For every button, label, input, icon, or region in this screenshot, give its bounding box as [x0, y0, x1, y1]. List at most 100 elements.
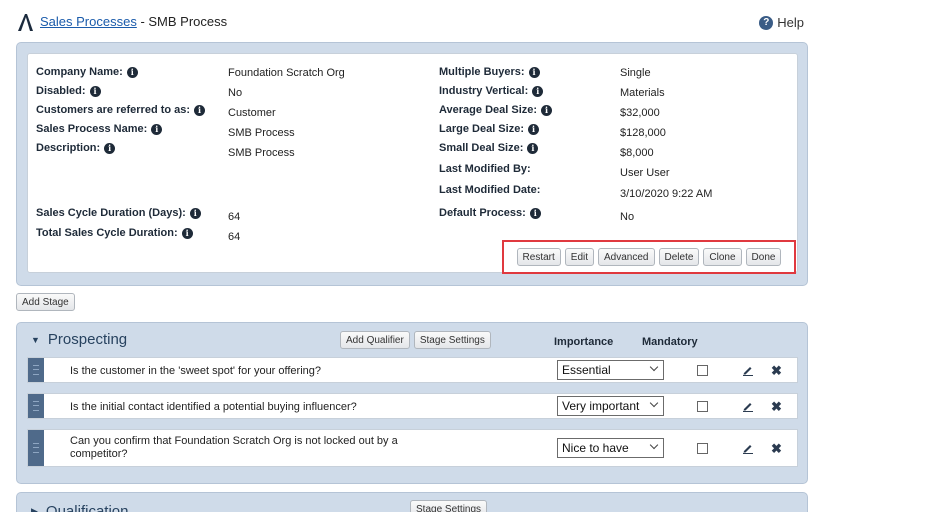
stage-title[interactable]: ▼ Prospecting: [31, 331, 127, 348]
total-sales-cycle-label: Total Sales Cycle Duration: i: [36, 227, 193, 239]
triangle-down-icon[interactable]: ▼: [31, 335, 40, 345]
info-icon[interactable]: i: [528, 66, 540, 78]
multiple-buyers-label: Multiple Buyers: i: [439, 66, 540, 78]
breadcrumb-link-sales-processes[interactable]: Sales Processes: [40, 14, 137, 29]
restart-button[interactable]: Restart: [516, 248, 561, 266]
close-icon[interactable]: ✖: [771, 441, 782, 457]
info-icon[interactable]: i: [126, 66, 138, 78]
stage-qualification: ▶ Qualification Stage Settings: [16, 492, 808, 512]
edit-button[interactable]: Edit: [564, 248, 595, 266]
total-sales-cycle-value: 64: [228, 231, 241, 243]
default-process-label: Default Process: i: [439, 207, 541, 219]
process-details-panel: Company Name: i Foundation Scratch Org Di…: [16, 42, 808, 286]
company-name-label: Company Name: i: [36, 66, 138, 78]
info-icon[interactable]: i: [151, 123, 163, 135]
importance-selected-value: Nice to have: [562, 441, 629, 455]
description-value: SMB Process: [228, 147, 295, 159]
help-link[interactable]: ? Help: [759, 15, 804, 30]
process-details-card: Company Name: i Foundation Scratch Org Di…: [27, 53, 798, 274]
pencil-icon[interactable]: [742, 400, 754, 412]
done-button[interactable]: Done: [745, 248, 782, 266]
stage-title-text: Qualification: [45, 503, 129, 512]
info-icon[interactable]: i: [189, 207, 201, 219]
breadcrumb: Sales Processes - SMB Process: [40, 14, 227, 29]
industry-vertical-label: Industry Vertical: i: [439, 85, 544, 97]
last-modified-date-value: 3/10/2020 9:22 AM: [620, 188, 713, 200]
stage-title-text: Prospecting: [47, 331, 128, 348]
drag-handle-icon[interactable]: [28, 430, 44, 466]
close-icon[interactable]: ✖: [771, 363, 782, 379]
average-deal-size-label: Average Deal Size: i: [439, 104, 553, 116]
sales-cycle-duration-value: 64: [228, 211, 241, 223]
help-label: Help: [777, 15, 804, 30]
close-icon[interactable]: ✖: [771, 399, 782, 415]
advanced-button[interactable]: Advanced: [598, 248, 655, 266]
qualifier-row: Is the customer in the 'sweet spot' for …: [27, 357, 798, 383]
breadcrumb-current: - SMB Process: [136, 14, 228, 29]
qualifier-row: Can you confirm that Foundation Scratch …: [27, 429, 798, 467]
drag-handle-icon[interactable]: [28, 358, 44, 382]
mandatory-checkbox[interactable]: [697, 365, 708, 376]
page-header: Sales Processes - SMB Process ? Help: [16, 10, 806, 34]
help-circle-icon: ?: [759, 15, 774, 30]
stage-title[interactable]: ▶ Qualification: [31, 503, 128, 512]
importance-select[interactable]: Very important: [557, 396, 664, 416]
stage-header[interactable]: ▶ Qualification Stage Settings: [17, 493, 807, 512]
multiple-buyers-value: Single: [620, 67, 651, 79]
triangle-right-icon[interactable]: ▶: [31, 506, 38, 512]
chevron-down-icon: [649, 440, 659, 450]
info-icon[interactable]: i: [89, 85, 101, 97]
company-name-value: Foundation Scratch Org: [228, 67, 345, 79]
description-label: Description: i: [36, 142, 116, 154]
info-icon[interactable]: i: [532, 85, 544, 97]
importance-selected-value: Very important: [562, 399, 640, 413]
customers-referred-label: Customers are referred to as: i: [36, 104, 206, 116]
delete-button[interactable]: Delete: [658, 248, 700, 266]
add-qualifier-button[interactable]: Add Qualifier: [340, 331, 410, 349]
info-icon[interactable]: i: [104, 142, 116, 154]
chevron-down-icon: [649, 362, 659, 372]
add-stage-button[interactable]: Add Stage: [16, 293, 75, 311]
stage-header[interactable]: ▼ Prospecting Add Qualifier Stage Settin…: [17, 323, 807, 353]
mandatory-checkbox[interactable]: [697, 443, 708, 454]
mandatory-column-header: Mandatory: [642, 336, 698, 348]
info-icon[interactable]: i: [194, 104, 206, 116]
qualifier-text: Is the customer in the 'sweet spot' for …: [70, 365, 322, 377]
process-actions-toolbar: Restart Edit Advanced Delete Clone Done: [502, 240, 796, 274]
mandatory-checkbox[interactable]: [697, 401, 708, 412]
importance-column-header: Importance: [554, 336, 614, 348]
last-modified-date-label: Last Modified Date:: [439, 184, 541, 196]
chevron-down-icon: [649, 398, 659, 408]
info-icon[interactable]: i: [529, 207, 541, 219]
sales-process-name-label: Sales Process Name: i: [36, 123, 163, 135]
info-icon[interactable]: i: [527, 142, 539, 154]
stage-buttons: Stage Settings: [410, 500, 488, 512]
small-deal-size-label: Small Deal Size: i: [439, 142, 539, 154]
default-process-value: No: [620, 211, 635, 223]
customers-referred-value: Customer: [228, 107, 276, 119]
clone-button[interactable]: Clone: [703, 248, 742, 266]
qualifier-row: Is the initial contact identified a pote…: [27, 393, 798, 419]
sales-cycle-duration-label: Sales Cycle Duration (Days): i: [36, 207, 201, 219]
large-deal-size-label: Large Deal Size: i: [439, 123, 539, 135]
disabled-label: Disabled: i: [36, 85, 101, 97]
pencil-icon[interactable]: [742, 442, 754, 454]
disabled-value: No: [228, 87, 243, 99]
last-modified-by-label: Last Modified By:: [439, 163, 531, 175]
small-deal-size-value: $8,000: [620, 147, 654, 159]
importance-select[interactable]: Nice to have: [557, 438, 664, 458]
stage-buttons: Add Qualifier Stage Settings: [340, 331, 491, 349]
info-icon[interactable]: i: [181, 227, 193, 239]
info-icon[interactable]: i: [541, 104, 553, 116]
qualifier-text: Can you confirm that Foundation Scratch …: [70, 435, 398, 460]
stage-settings-button[interactable]: Stage Settings: [413, 331, 491, 349]
importance-select[interactable]: Essential: [557, 360, 664, 380]
info-icon[interactable]: i: [527, 123, 539, 135]
average-deal-size-value: $32,000: [620, 107, 660, 119]
logo-icon: [18, 14, 33, 31]
pencil-icon[interactable]: [742, 364, 754, 376]
industry-vertical-value: Materials: [620, 87, 665, 99]
drag-handle-icon[interactable]: [28, 394, 44, 418]
stage-settings-button[interactable]: Stage Settings: [410, 500, 488, 512]
qualifier-text: Is the initial contact identified a pote…: [70, 401, 357, 413]
